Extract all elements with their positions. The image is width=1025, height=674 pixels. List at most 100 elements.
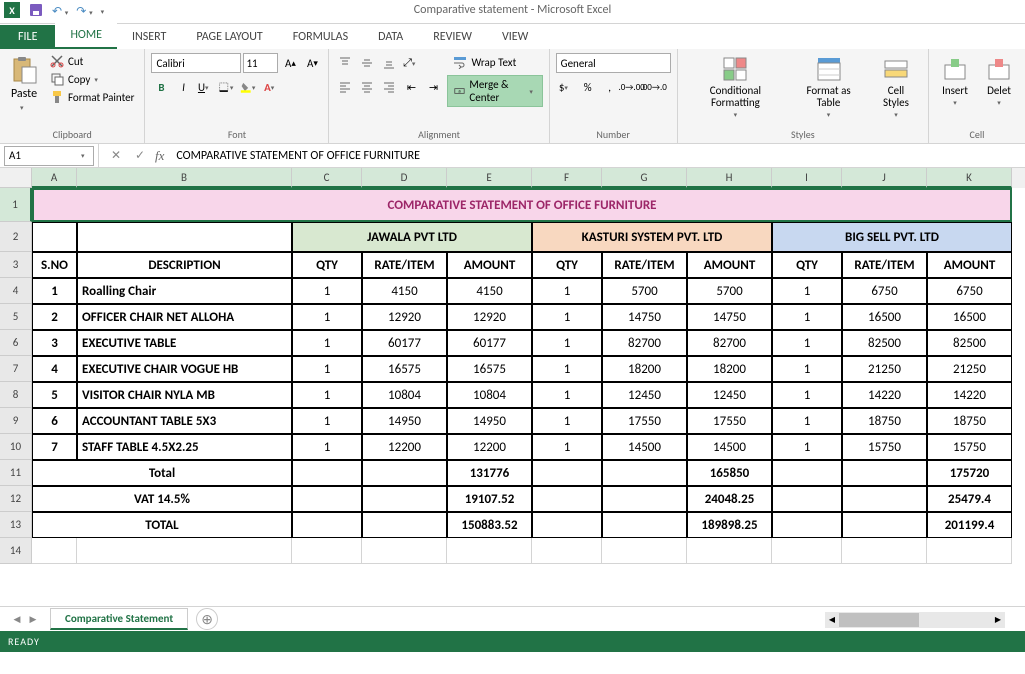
increase-indent-button[interactable]: ⇥	[423, 77, 443, 97]
name-box[interactable]: A1▾	[4, 146, 94, 166]
redo-icon[interactable]: ↷ ▾	[76, 4, 92, 19]
fill-color-button[interactable]: ▾	[239, 77, 259, 97]
scroll-right-icon[interactable]: ▶	[991, 613, 1005, 627]
font-size-select[interactable]	[243, 53, 278, 73]
font-color-button[interactable]: A▾	[261, 77, 281, 97]
align-middle-button[interactable]	[357, 53, 377, 73]
row-header[interactable]: 5	[0, 304, 32, 330]
home-tab[interactable]: HOME	[55, 23, 117, 49]
tab-nav-next-icon[interactable]: ▶	[26, 612, 40, 626]
conditional-formatting-button[interactable]: Conditional Formatting▾	[684, 53, 788, 126]
row-header[interactable]: 8	[0, 382, 32, 408]
increase-decimal-button[interactable]: .0→.00	[622, 77, 642, 97]
row-header[interactable]: 10	[0, 434, 32, 460]
scroll-thumb[interactable]	[839, 613, 919, 627]
col-header[interactable]: J	[842, 168, 927, 188]
align-bottom-button[interactable]	[379, 53, 399, 73]
wrap-text-button[interactable]: Wrap Text	[447, 53, 542, 71]
vendor-header[interactable]: JAWALA PVT LTD	[292, 222, 532, 252]
col-header[interactable]: K	[927, 168, 1012, 188]
vendor-header[interactable]: KASTURI SYSTEM PVT. LTD	[532, 222, 772, 252]
font-group: A▴ A▾ B I U▾ ▾ ▾ A▾ Font	[145, 49, 329, 143]
copy-button[interactable]: Copy ▾	[46, 71, 138, 87]
decrease-indent-button[interactable]: ⇤	[401, 77, 421, 97]
cell-styles-button[interactable]: Cell Styles▾	[870, 53, 922, 126]
col-header[interactable]: G	[602, 168, 687, 188]
sheet-tab[interactable]: Comparative Statement	[50, 608, 188, 630]
italic-button[interactable]: I	[173, 77, 193, 97]
row-header[interactable]: 2	[0, 222, 32, 252]
scroll-left-icon[interactable]: ◀	[825, 613, 839, 627]
col-header[interactable]: A	[32, 168, 77, 188]
decrease-decimal-button[interactable]: .00→.0	[644, 77, 664, 97]
cancel-formula-icon[interactable]: ✕	[107, 147, 125, 165]
percent-format-button[interactable]: %	[578, 77, 598, 97]
align-left-button[interactable]	[335, 77, 355, 97]
new-sheet-button[interactable]: ⊕	[196, 608, 218, 630]
accounting-format-button[interactable]: $▾	[556, 77, 576, 97]
svg-text:a: a	[459, 90, 461, 95]
paste-button[interactable]: Paste▾	[6, 53, 42, 126]
align-top-button[interactable]	[335, 53, 355, 73]
col-header[interactable]: E	[447, 168, 532, 188]
qat-customize[interactable]: ▾	[101, 7, 109, 16]
col-header[interactable]: B	[77, 168, 292, 188]
window-title: Comparative statement - Microsoft Excel	[0, 3, 1025, 17]
border-button[interactable]: ▾	[217, 77, 237, 97]
spreadsheet-grid[interactable]: A B C D E F G H I J K 1 COMPARATIVE STAT…	[0, 168, 1025, 606]
review-tab[interactable]: REVIEW	[418, 25, 487, 49]
col-header[interactable]: C	[292, 168, 362, 188]
page-layout-tab[interactable]: PAGE LAYOUT	[181, 25, 277, 49]
cut-button[interactable]: Cut	[46, 53, 138, 69]
cells-group: Insert▾ Delet▾ Cell	[929, 49, 1025, 143]
underline-button[interactable]: U▾	[195, 77, 215, 97]
vendor-header[interactable]: BIG SELL PVT. LTD	[772, 222, 1012, 252]
col-header[interactable]: F	[532, 168, 602, 188]
row-header[interactable]: 7	[0, 356, 32, 382]
bold-button[interactable]: B	[151, 77, 171, 97]
number-format-select[interactable]	[556, 53, 671, 73]
formulas-tab[interactable]: FORMULAS	[278, 25, 363, 49]
row-header[interactable]: 12	[0, 486, 32, 512]
row-header[interactable]: 14	[0, 538, 32, 564]
insert-cells-button[interactable]: Insert▾	[935, 53, 975, 126]
delete-cells-button[interactable]: Delet▾	[979, 53, 1019, 126]
row-header[interactable]: 4	[0, 278, 32, 304]
comma-format-button[interactable]: ,	[600, 77, 620, 97]
excel-icon: X	[4, 2, 20, 22]
tab-nav-prev-icon[interactable]: ◀	[10, 612, 24, 626]
data-tab[interactable]: DATA	[363, 25, 418, 49]
col-header[interactable]: H	[687, 168, 772, 188]
insert-tab[interactable]: INSERT	[117, 25, 181, 49]
table-row: 52OFFICER CHAIR NET ALLOHA11292012920114…	[0, 304, 1025, 330]
shrink-font-button[interactable]: A▾	[302, 53, 322, 73]
title-cell[interactable]: COMPARATIVE STATEMENT OF OFFICE FURNITUR…	[32, 188, 1012, 222]
row-header[interactable]: 3	[0, 252, 32, 278]
save-icon[interactable]	[28, 2, 44, 22]
row-header[interactable]: 1	[0, 188, 32, 222]
col-header[interactable]: I	[772, 168, 842, 188]
orientation-button[interactable]: ⤢▾	[401, 53, 421, 73]
row-header[interactable]: 6	[0, 330, 32, 356]
fx-icon[interactable]: fx	[155, 148, 164, 164]
select-all-corner[interactable]	[0, 168, 32, 188]
view-tab[interactable]: VIEW	[487, 25, 543, 49]
row-header[interactable]: 9	[0, 408, 32, 434]
horizontal-scrollbar[interactable]: ◀ ▶	[825, 612, 1005, 628]
row-header[interactable]: 13	[0, 512, 32, 538]
number-group: $▾ % , .0→.00 .00→.0 Number	[550, 49, 678, 143]
file-tab[interactable]: FILE	[0, 25, 55, 49]
formula-bar: A1▾ ✕ ✓ fx	[0, 144, 1025, 168]
formula-input[interactable]	[170, 149, 1017, 163]
merge-center-button[interactable]: aMerge & Center ▾	[447, 75, 542, 107]
enter-formula-icon[interactable]: ✓	[131, 147, 149, 165]
row-header[interactable]: 11	[0, 460, 32, 486]
font-name-select[interactable]	[151, 53, 241, 73]
format-painter-button[interactable]: Format Painter	[46, 89, 138, 105]
undo-icon[interactable]: ↶ ▾	[52, 4, 68, 19]
grow-font-button[interactable]: A▴	[280, 53, 300, 73]
col-header[interactable]: D	[362, 168, 447, 188]
align-center-button[interactable]	[357, 77, 377, 97]
align-right-button[interactable]	[379, 77, 399, 97]
format-as-table-button[interactable]: Format as Table▾	[791, 53, 866, 126]
